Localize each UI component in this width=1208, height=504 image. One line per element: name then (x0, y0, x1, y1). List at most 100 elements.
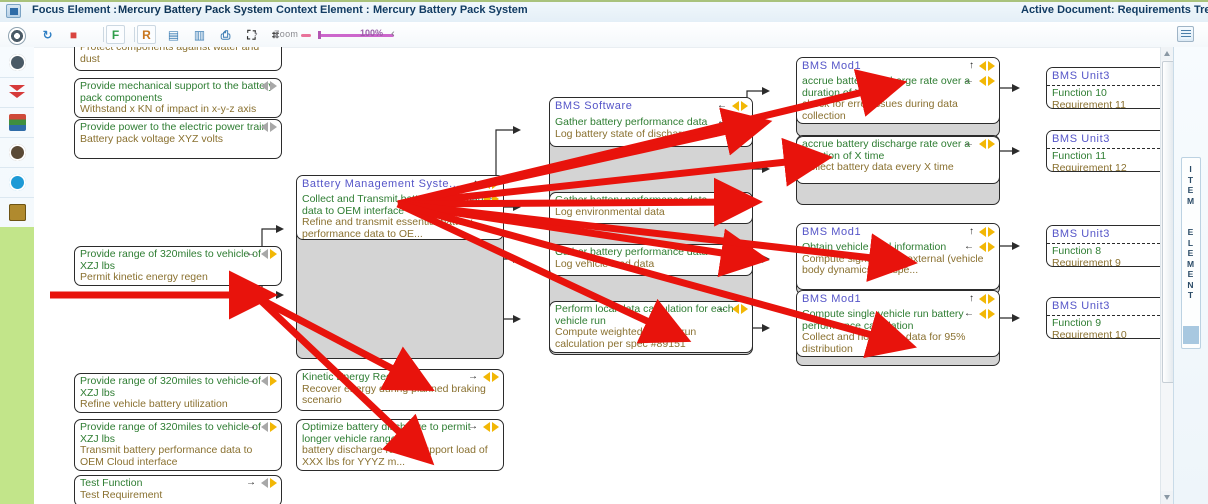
group-bms-mod1-obtain-vehicle-load[interactable]: BMS Mod1 ↑ Obtain vehicle load information… (796, 223, 1000, 295)
nav-next-icon[interactable] (492, 422, 499, 432)
item-element-thumb[interactable] (1183, 326, 1199, 344)
group-header[interactable]: BMS Software ← (550, 98, 752, 116)
export-right-button[interactable]: ▤ (164, 25, 183, 44)
context-element-value[interactable]: Mercury Battery Pack System (373, 4, 528, 16)
nav-next-icon[interactable] (270, 81, 277, 91)
nav-prev-icon[interactable] (483, 194, 490, 204)
nav-prev-icon[interactable] (261, 122, 268, 132)
requirement-view-button[interactable]: R (137, 25, 156, 44)
group-bms-mod1-accrue-discharge-a[interactable]: BMS Mod1 ↑ accrue battery discharge rate o… (796, 57, 1000, 137)
nav-next-icon[interactable] (270, 478, 277, 488)
function-view-button[interactable]: F (106, 25, 125, 44)
nav-prev-icon[interactable] (261, 478, 268, 488)
node-range-kinetic-regen[interactable]: Provide range of 320miles to vehicle of … (74, 246, 282, 286)
node-protect-components[interactable]: Protect components against water and dus… (74, 47, 282, 71)
nav-prev-icon[interactable] (261, 376, 268, 386)
nav-prev-icon[interactable] (979, 309, 986, 319)
group-bms-mod1-accrue-discharge-b-item[interactable]: accrue battery discharge rate over a dur… (797, 136, 999, 184)
node-gather-log-environmental[interactable]: Gather battery performance data Log envir… (550, 192, 752, 224)
nav-next-icon[interactable] (741, 101, 748, 111)
group-battery-management-system[interactable]: Battery Management Syste... ↑ Collect and … (296, 175, 504, 359)
sidebar-item-analysis[interactable] (0, 137, 34, 168)
node-mechanical-support[interactable]: Provide mechanical support to the batter… (74, 78, 282, 118)
nav-prev-icon[interactable] (979, 294, 986, 304)
zoom-out-track[interactable] (301, 34, 311, 37)
nav-next-icon[interactable] (270, 422, 277, 432)
expand-chevron-icon[interactable]: › (254, 28, 258, 40)
nav-next-icon[interactable] (988, 61, 995, 71)
nav-next-icon[interactable] (741, 304, 748, 314)
group-bms-unit3-function-11[interactable]: BMS Unit3 Function 11 Requirement 12 (1046, 130, 1174, 172)
import-left-button[interactable]: ▥ (190, 25, 209, 44)
node-kinetic-energy-recovery[interactable]: Kinetic Energy Recovery Recover energy du… (296, 369, 504, 411)
item-element-panel[interactable]: ITEMELEMENT (1181, 157, 1201, 349)
fullscreen-button[interactable]: ⛶ (242, 25, 261, 44)
nav-next-icon[interactable] (270, 249, 277, 259)
refresh-button[interactable]: ↻ (38, 25, 57, 44)
sidebar-item-info[interactable] (0, 167, 34, 198)
collapse-chevron-icon[interactable]: ‹ (391, 28, 395, 40)
nav-prev-icon[interactable] (261, 422, 268, 432)
nav-next-icon[interactable] (988, 242, 995, 252)
node-collect-transmit-battery-data[interactable]: Collect and Transmit battery performance… (297, 192, 503, 240)
nav-next-icon[interactable] (988, 294, 995, 304)
nav-prev-icon[interactable] (261, 81, 268, 91)
nav-next-icon[interactable] (492, 372, 499, 382)
sidebar-item-settings[interactable] (0, 47, 34, 78)
group-bms-mod1-accrue-discharge-a-item[interactable]: accrue battery discharge rate over a dur… (797, 74, 999, 124)
nav-next-icon[interactable] (492, 179, 499, 189)
sidebar-item-layers[interactable] (0, 107, 34, 138)
node-optimize-battery-discharge[interactable]: Optimize battery discharge to permit lon… (296, 419, 504, 471)
node-provide-power[interactable]: Provide power to the electric power trai… (74, 119, 282, 159)
nav-prev-icon[interactable] (979, 76, 986, 86)
nav-next-icon[interactable] (741, 195, 748, 205)
zoom-slider-handle[interactable] (318, 31, 321, 39)
nav-next-icon[interactable] (741, 247, 748, 257)
nav-prev-icon[interactable] (979, 242, 986, 252)
group-bms-mod1-obtain-vehicle-load-item[interactable]: Obtain vehicle load information Compute s… (797, 240, 999, 290)
nav-prev-icon[interactable] (979, 139, 986, 149)
nav-next-icon[interactable] (270, 122, 277, 132)
canvas-vertical-scrollbar[interactable] (1160, 47, 1175, 504)
node-test-function[interactable]: Test Function Test Requirement → (74, 475, 282, 504)
nav-next-icon[interactable] (988, 227, 995, 237)
group-bms-mod1-compute-run-performance[interactable]: BMS Mod1 ↑ Compute single vehicle run batt… (796, 290, 1000, 366)
nav-next-icon[interactable] (492, 194, 499, 204)
nav-prev-icon[interactable] (261, 249, 268, 259)
diagram-canvas[interactable]: Protect components against water and dus… (34, 47, 1174, 504)
nav-prev-icon[interactable] (979, 227, 986, 237)
sidebar-item-lock[interactable] (0, 197, 34, 228)
nav-prev-icon[interactable] (483, 372, 490, 382)
nav-prev-icon[interactable] (732, 304, 739, 314)
group-bms-unit3-function-8[interactable]: BMS Unit3 Function 8 Requirement 9 (1046, 225, 1174, 267)
nav-next-icon[interactable] (270, 376, 277, 386)
grid-view-button[interactable] (1177, 26, 1194, 42)
nav-prev-icon[interactable] (979, 61, 986, 71)
node-gather-log-state-of-discharge[interactable]: Gather battery performance data Log batte… (550, 115, 752, 147)
node-range-refine-utilization[interactable]: Provide range of 320miles to vehicle of … (74, 373, 282, 413)
nav-next-icon[interactable] (988, 76, 995, 86)
group-bms-unit3-function-9[interactable]: BMS Unit3 Function 9 Requirement 10 (1046, 297, 1174, 339)
nav-prev-icon[interactable] (732, 117, 739, 127)
nav-next-icon[interactable] (988, 309, 995, 319)
group-bms-unit3-function-10[interactable]: BMS Unit3 Function 10 Requirement 11 (1046, 67, 1174, 109)
gear-icon[interactable] (8, 27, 26, 45)
nav-prev-icon[interactable] (732, 195, 739, 205)
node-range-transmit-oem[interactable]: Provide range of 320miles to vehicle of … (74, 419, 282, 471)
stop-button[interactable]: ■ (64, 25, 83, 44)
print-button[interactable]: ⎙ (216, 25, 235, 44)
sidebar-item-collapse[interactable] (0, 77, 34, 108)
nav-next-icon[interactable] (988, 139, 995, 149)
group-bms-mod1-compute-run-performance-item[interactable]: Compute single vehicle run battery perfo… (797, 307, 999, 357)
node-perform-local-data-calculation[interactable]: Perform local data calculation for each … (550, 301, 752, 353)
node-gather-log-vehicle-load[interactable]: Gather battery performance data Log vehic… (550, 244, 752, 276)
focus-element-value[interactable]: Mercury Battery Pack System (118, 4, 273, 16)
nav-prev-icon[interactable] (732, 101, 739, 111)
group-bms-mod1-accrue-discharge-b[interactable]: accrue battery discharge rate over a dur… (796, 135, 1000, 205)
node-text-block: Protect components against water and dus… (75, 47, 281, 67)
nav-prev-icon[interactable] (483, 422, 490, 432)
nav-next-icon[interactable] (741, 117, 748, 127)
nav-prev-icon[interactable] (732, 247, 739, 257)
nav-prev-icon[interactable] (483, 179, 490, 189)
group-bms-software[interactable]: BMS Software ← Gather battery performance … (549, 97, 753, 355)
